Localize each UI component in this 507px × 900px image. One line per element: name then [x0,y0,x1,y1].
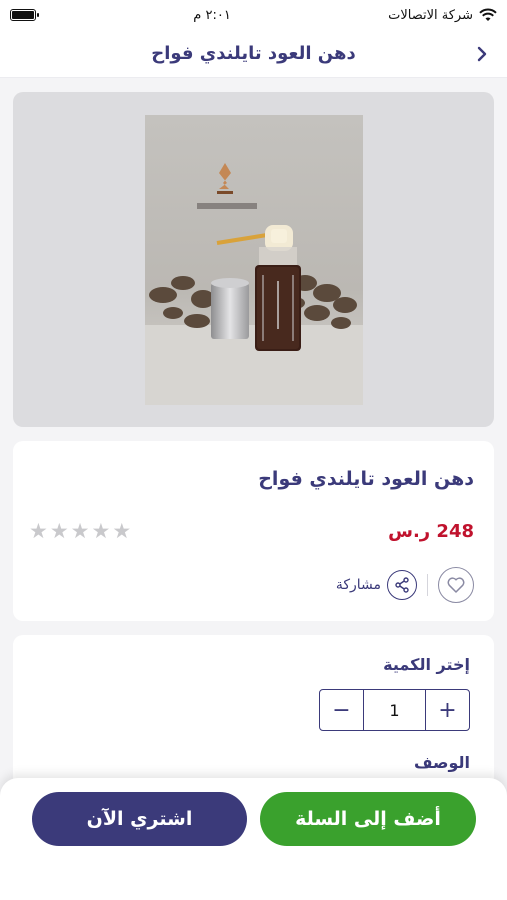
quantity-value[interactable]: 1 [363,690,426,730]
share-button[interactable] [387,570,417,600]
product-image-card [13,92,494,427]
nav-bar: دهن العود تايلندي فواح [0,30,507,78]
share-icon [395,577,409,593]
star-icon: ★ [70,519,90,543]
quantity-label: إختر الكمية [383,655,470,674]
bottom-action-bar: اشتري الآن أضف إلى السلة [0,778,507,900]
star-icon: ★ [112,519,132,543]
product-info-card: دهن العود تايلندي فواح 248 ر.س ★ ★ ★ ★ ★ مشا… [13,441,494,621]
description-title: الوصف [413,753,470,772]
rating-stars: ★ ★ ★ ★ ★ [29,521,131,542]
chevron-right-icon[interactable] [473,44,491,64]
product-photo [145,115,363,405]
share-action[interactable]: مشاركة [336,570,417,600]
product-actions: مشاركة [336,567,474,603]
star-icon: ★ [49,519,69,543]
quantity-stepper: − 1 + [319,689,470,731]
battery-icon [10,9,39,21]
star-icon: ★ [91,519,111,543]
increment-button[interactable]: + [426,690,469,730]
divider [427,574,428,596]
product-price: 248 ر.س [388,521,474,542]
carrier-name: شركة الاتصالات [388,7,473,23]
favorite-button[interactable] [438,567,474,603]
status-right: شركة الاتصالات [388,8,497,23]
add-to-cart-button[interactable]: أضف إلى السلة [260,792,476,846]
decrement-button[interactable]: − [320,690,363,730]
page-title: دهن العود تايلندي فواح [151,43,356,64]
buy-now-button[interactable]: اشتري الآن [32,792,247,846]
status-time: ٢:٠١ م [193,7,231,23]
share-label: مشاركة [335,577,381,593]
heart-icon [447,577,465,593]
star-icon: ★ [29,519,48,543]
product-name: دهن العود تايلندي فواح [258,468,474,490]
status-bar: ٢:٠١ م شركة الاتصالات [0,0,507,30]
wifi-icon [479,8,497,21]
